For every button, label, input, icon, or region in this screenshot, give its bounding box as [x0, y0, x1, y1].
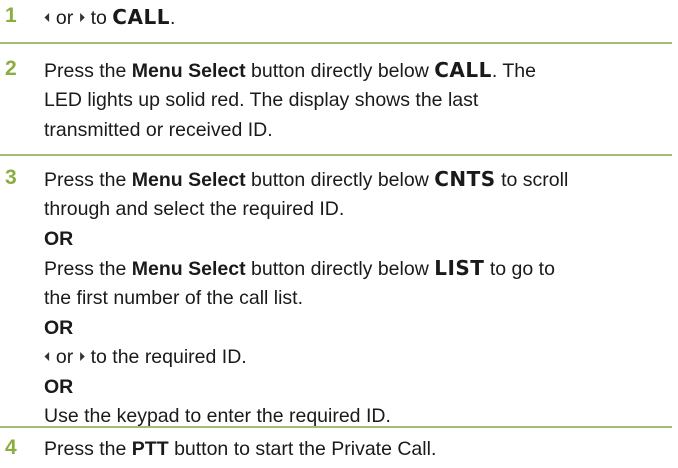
text: button directly below — [251, 60, 429, 82]
text: or — [55, 7, 74, 29]
or-label: OR — [44, 376, 74, 398]
right-arrow-icon: ⏵ — [78, 349, 86, 364]
menu-select-label: Menu Select — [131, 169, 246, 191]
left-arrow-icon: ⏴ — [44, 10, 51, 25]
text: to — [90, 7, 107, 29]
step-text: ⏴ or ⏵ to CALL. — [44, 2, 672, 32]
divider — [0, 426, 672, 428]
text: . The — [491, 60, 536, 82]
text: Press the — [44, 438, 127, 460]
display-label-list: LIST — [434, 256, 485, 280]
text: to go to — [489, 258, 555, 280]
menu-select-label: Menu Select — [131, 60, 246, 82]
display-label-call: CALL — [112, 5, 170, 29]
text: transmitted or received ID. — [44, 119, 273, 141]
step-text: Press the Menu Select button directly be… — [44, 55, 672, 145]
step-text: Press the PTT button to start the Privat… — [44, 434, 672, 464]
text: through and select the required ID. — [44, 198, 345, 220]
text: button to start the Private Call. — [174, 438, 437, 460]
right-arrow-icon: ⏵ — [78, 10, 86, 25]
text: Press the — [44, 60, 127, 82]
display-label-call: CALL — [434, 58, 492, 82]
text: to the required ID. — [90, 346, 247, 368]
or-label: OR — [44, 317, 74, 339]
divider — [0, 154, 672, 156]
step-number: 2 — [5, 57, 17, 80]
menu-select-label: Menu Select — [131, 258, 246, 280]
text: Press the — [44, 258, 127, 280]
step-number: 1 — [5, 4, 17, 27]
step-number: 3 — [5, 166, 17, 189]
step-text: Press the Menu Select button directly be… — [44, 164, 672, 431]
or-label: OR — [44, 228, 74, 250]
text: or — [55, 346, 74, 368]
text: LED lights up solid red. The display sho… — [44, 89, 479, 111]
left-arrow-icon: ⏴ — [44, 349, 51, 364]
step-number: 4 — [5, 436, 17, 459]
ptt-label: PTT — [131, 438, 169, 460]
text: Press the — [44, 169, 127, 191]
divider — [0, 42, 672, 44]
text: button directly below — [251, 258, 429, 280]
text: to scroll — [501, 169, 569, 191]
text: . — [169, 7, 176, 29]
display-label-cnts: CNTS — [434, 167, 496, 191]
text: button directly below — [251, 169, 429, 191]
text: the first number of the call list. — [44, 287, 304, 309]
